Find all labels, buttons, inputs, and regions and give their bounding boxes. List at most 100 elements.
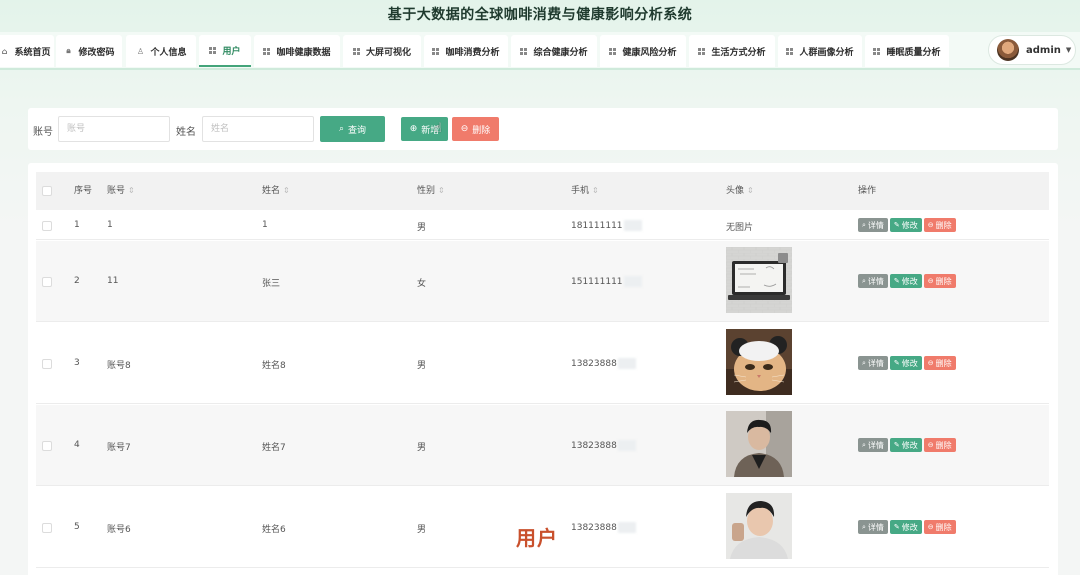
edit-button[interactable]: ✎ 修改 <box>889 356 922 370</box>
row-checkbox[interactable] <box>42 221 52 231</box>
header-account[interactable]: 账号 ⇕ <box>107 172 135 210</box>
name-input[interactable] <box>202 116 314 142</box>
search-icon: ⌕ <box>862 440 866 449</box>
cell-phone: 181111111 <box>571 220 642 231</box>
row-checkbox[interactable] <box>42 359 52 369</box>
detail-label: 详情 <box>867 358 884 368</box>
pencil-icon: ✎ <box>893 277 900 285</box>
avatar-svg <box>726 493 792 559</box>
edit-button[interactable]: ✎ 修改 <box>889 438 922 452</box>
chevron-down-icon: ▼ <box>1065 46 1072 54</box>
edit-button[interactable]: ✎ 修改 <box>889 218 922 232</box>
redaction-mask <box>623 276 642 287</box>
cell-phone: 13823888 <box>571 440 636 451</box>
grid-icon <box>698 47 706 55</box>
select-all-checkbox[interactable] <box>42 186 52 196</box>
detail-button[interactable]: ⌕ 详情 <box>858 218 888 232</box>
delete-label: 删除 <box>935 276 952 286</box>
nav-item-label: 健康风险分析 <box>622 47 677 58</box>
cell-index: 2 <box>74 276 80 286</box>
nav-item-population-profile[interactable]: 人群画像分析 <box>778 35 862 67</box>
nav-item-label: 大屏可视化 <box>365 47 411 58</box>
query-button[interactable]: ⌕ 查询 <box>320 116 385 142</box>
header-name[interactable]: 姓名 ⇕ <box>262 172 290 210</box>
nav-item-health-analysis[interactable]: 综合健康分析 <box>511 35 597 67</box>
nav-item-big-screen[interactable]: 大屏可视化 <box>343 35 421 67</box>
row-checkbox[interactable] <box>42 277 52 287</box>
delete-button[interactable]: ⊖ 删除 <box>923 356 956 370</box>
detail-button[interactable]: ⌕ 详情 <box>858 438 888 452</box>
cell-phone: 151111111 <box>571 276 642 287</box>
row-actions: ⌕ 详情 ✎ 修改 ⊖ 删除 <box>858 356 956 370</box>
nav-item-users[interactable]: 用户 <box>199 35 251 67</box>
edit-label: 修改 <box>901 358 918 368</box>
edit-label: 修改 <box>901 220 918 230</box>
row-actions: ⌕ 详情 ✎ 修改 ⊖ 删除 <box>858 438 956 452</box>
batch-delete-button[interactable]: ⊖ 删除 <box>452 117 499 141</box>
detail-label: 详情 <box>867 522 884 532</box>
avatar-image-man-portrait <box>726 411 792 477</box>
redaction-mask <box>623 220 642 231</box>
cell-gender: 男 <box>417 223 427 233</box>
app-title: 基于大数据的全球咖啡消费与健康影响分析系统 <box>387 7 693 23</box>
grid-icon <box>873 47 881 55</box>
delete-button[interactable]: ⊖ 删除 <box>923 520 956 534</box>
cell-gender: 男 <box>417 361 427 371</box>
delete-button[interactable]: ⊖ 删除 <box>923 274 956 288</box>
page-caption: 用户 <box>516 526 558 550</box>
nav-item-lifestyle[interactable]: 生活方式分析 <box>689 35 775 67</box>
query-button-label: 查询 <box>348 125 367 136</box>
detail-label: 详情 <box>867 276 884 286</box>
account-input[interactable] <box>58 116 170 142</box>
header-gender-label: 性别 <box>417 186 436 196</box>
table-header: 序号 账号 ⇕ 姓名 ⇕ 性别 ⇕ 手机 ⇕ 头像 ⇕ 操作 <box>36 172 1049 210</box>
nav-item-label: 人群画像分析 <box>799 47 854 58</box>
cell-index: 4 <box>74 440 80 450</box>
row-actions: ⌕ 详情 ✎ 修改 ⊖ 删除 <box>858 520 956 534</box>
edit-button[interactable]: ✎ 修改 <box>889 274 922 288</box>
avatar-image-cat <box>726 329 792 395</box>
header-gender[interactable]: 性别 ⇕ <box>417 172 445 210</box>
nav-item-coffee-health-data[interactable]: 咖啡健康数据 <box>254 35 340 67</box>
delete-button[interactable]: ⊖ 删除 <box>923 218 956 232</box>
header-avatar[interactable]: 头像 ⇕ <box>726 172 754 210</box>
header-phone[interactable]: 手机 ⇕ <box>571 172 599 210</box>
delete-button-label: 删除 <box>472 125 491 136</box>
minus-circle-icon: ⊖ <box>927 523 934 531</box>
person-icon: ♙ <box>136 46 145 56</box>
user-menu[interactable]: admin ▼ <box>988 35 1076 65</box>
nav-item-profile[interactable]: ♙ 个人信息 <box>126 35 196 67</box>
nav-item-coffee-consumption[interactable]: 咖啡消费分析 <box>424 35 508 67</box>
nav-item-sleep-quality[interactable]: 睡眠质量分析 <box>865 35 949 67</box>
header-actions: 操作 <box>858 186 877 196</box>
phone-text: 13823888 <box>571 359 617 369</box>
cell-account: 账号7 <box>107 443 131 453</box>
detail-button[interactable]: ⌕ 详情 <box>858 356 888 370</box>
grid-icon <box>352 47 360 55</box>
row-checkbox[interactable] <box>42 523 52 533</box>
edit-button[interactable]: ✎ 修改 <box>889 520 922 534</box>
detail-button[interactable]: ⌕ 详情 <box>858 274 888 288</box>
header-index: 序号 <box>74 186 93 196</box>
delete-button[interactable]: ⊖ 删除 <box>923 438 956 452</box>
header-phone-label: 手机 <box>571 186 590 196</box>
delete-label: 删除 <box>935 358 952 368</box>
search-icon: ⌕ <box>862 220 866 229</box>
minus-circle-icon: ⊖ <box>927 221 934 229</box>
phone-text: 13823888 <box>571 441 617 451</box>
cell-name: 姓名8 <box>262 361 286 371</box>
sort-icon: ⇕ <box>747 186 754 195</box>
nav-item-health-risk[interactable]: 健康风险分析 <box>600 35 686 67</box>
detail-button[interactable]: ⌕ 详情 <box>858 520 888 534</box>
search-icon: ⌕ <box>862 276 866 285</box>
row-checkbox[interactable] <box>42 441 52 451</box>
grid-icon <box>263 47 271 55</box>
cell-name: 张三 <box>262 279 281 289</box>
nav-item-home[interactable]: ⌂ 系统首页 <box>0 35 54 67</box>
cell-account: 11 <box>107 276 119 286</box>
nav-item-change-password[interactable]: 🔒︎ 修改密码 <box>56 35 122 67</box>
grid-icon <box>209 46 217 54</box>
cell-index: 5 <box>74 522 80 532</box>
redaction-mask <box>617 522 636 533</box>
row-actions: ⌕ 详情 ✎ 修改 ⊖ 删除 <box>858 218 956 232</box>
